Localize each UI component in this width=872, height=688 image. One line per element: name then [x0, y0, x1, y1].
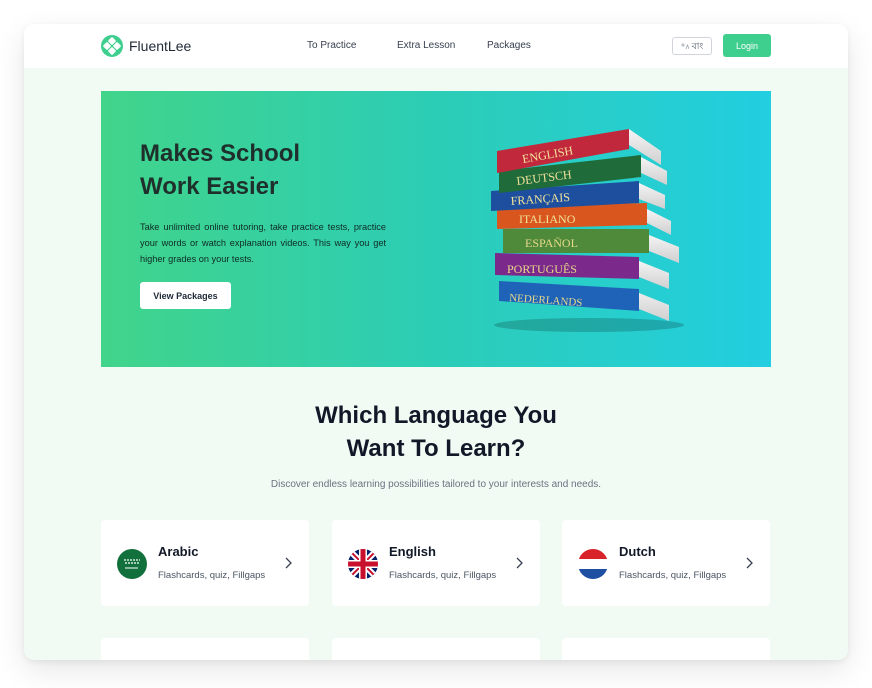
- language-card-english[interactable]: English Flashcards, quiz, Fillgaps: [332, 520, 540, 606]
- view-packages-button[interactable]: View Packages: [140, 282, 231, 309]
- book-title: ITALIANO: [519, 212, 576, 226]
- language-card-dutch[interactable]: Dutch Flashcards, quiz, Fillgaps: [562, 520, 770, 606]
- nav-item-to-practice[interactable]: To Practice: [307, 40, 397, 51]
- language-description: Flashcards, quiz, Fillgaps: [619, 570, 727, 581]
- language-card-partial[interactable]: [101, 638, 309, 660]
- language-switcher-button[interactable]: বাং: [672, 37, 712, 55]
- uk-flag-icon: [348, 549, 378, 579]
- section-title-line-1: Which Language You: [315, 402, 557, 429]
- browser-frame: FluentLee To Practice Extra Lesson Packa…: [24, 24, 848, 660]
- language-card-arabic[interactable]: Arabic Flashcards, quiz, Fillgaps: [101, 520, 309, 606]
- hero-title-line-1: Makes School: [140, 140, 301, 167]
- hero-title: Makes School Work Easier: [140, 137, 380, 203]
- hero-description: Take unlimited online tutoring, take pra…: [140, 222, 386, 264]
- logo-text: FluentLee: [129, 38, 192, 54]
- saudi-flag-icon: [117, 549, 147, 579]
- book-title: ESPAÑOL: [525, 236, 578, 250]
- hero-banner: Makes School Work Easier Take unlimited …: [101, 91, 771, 367]
- language-name: Arabic: [158, 544, 199, 559]
- book-nederlands: NEDERLANDS: [499, 281, 669, 321]
- section-subtitle: Discover endless learning possibilities …: [270, 479, 602, 490]
- language-card-partial[interactable]: [332, 638, 540, 660]
- language-description: Flashcards, quiz, Fillgaps: [158, 570, 266, 581]
- header: FluentLee To Practice Extra Lesson Packa…: [24, 24, 848, 68]
- hero-title-line-2: Work Easier: [140, 173, 279, 200]
- nav-item-packages[interactable]: Packages: [487, 40, 531, 51]
- language-label: বাং: [691, 40, 704, 51]
- translate-icon: [680, 43, 689, 49]
- section-title-line-2: Want To Learn?: [346, 435, 526, 462]
- logo[interactable]: FluentLee: [101, 35, 191, 57]
- book-title: PORTUGUÊS: [507, 262, 577, 276]
- nav-item-extra-lesson[interactable]: Extra Lesson: [397, 40, 487, 51]
- netherlands-flag-icon: [578, 549, 608, 579]
- chevron-right-icon: [285, 556, 293, 572]
- chevron-right-icon: [516, 556, 524, 572]
- chevron-right-icon: [746, 556, 754, 572]
- logo-icon: [101, 35, 123, 57]
- language-name: English: [389, 544, 436, 559]
- language-description: Flashcards, quiz, Fillgaps: [389, 570, 497, 581]
- login-button[interactable]: Login: [723, 34, 771, 57]
- main-nav: To Practice Extra Lesson Packages: [307, 40, 531, 51]
- language-books-image: NEDERLANDS PORTUGUÊS ESPAÑOL ITALIANO FR: [491, 129, 684, 332]
- language-card-partial[interactable]: [562, 638, 770, 660]
- language-name: Dutch: [619, 544, 656, 559]
